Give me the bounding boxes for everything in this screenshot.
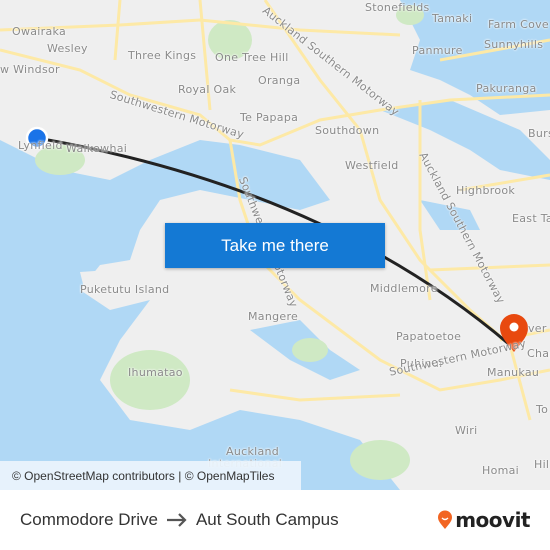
map-label: Middlemore: [370, 282, 438, 295]
map-label: Burs: [528, 127, 550, 140]
park: [350, 440, 410, 480]
map-label: Westfield: [345, 159, 399, 172]
moovit-pin-icon: [438, 510, 453, 529]
map-label: East Ta: [512, 212, 550, 225]
map-label: Puketutu Island: [80, 283, 170, 296]
map-label: One Tree Hill: [215, 51, 289, 64]
park: [110, 350, 190, 410]
footer: Commodore Drive Aut South Campus moovit: [0, 490, 550, 550]
map-label: Manukau: [487, 366, 540, 379]
water-manukau-harbour: [0, 140, 400, 490]
map-label: Oranga: [258, 74, 301, 87]
park: [292, 338, 328, 362]
map-label: Southdown: [315, 124, 380, 137]
route-summary: Commodore Drive Aut South Campus: [20, 510, 339, 530]
map-label: Three Kings: [128, 49, 197, 62]
map-label: Wiri: [455, 424, 478, 437]
map[interactable]: Owairaka Wesley Three Kings One Tree Hil…: [0, 0, 550, 490]
map-label: Mangere: [248, 310, 299, 323]
map-label: Papatoetoe: [396, 330, 462, 343]
map-label: Homai: [482, 464, 520, 477]
map-label: Pakuranga: [476, 82, 537, 95]
origin-name: Commodore Drive: [20, 510, 158, 529]
map-label: Te Papapa: [240, 111, 299, 124]
map-label: Waikowhai: [66, 142, 128, 155]
map-attribution[interactable]: © OpenStreetMap contributors | © OpenMap…: [0, 461, 301, 490]
map-label: Owairaka: [12, 25, 67, 38]
arrow-right-icon: [166, 513, 187, 527]
map-label: To: [536, 403, 549, 416]
map-label: Sunnyhills: [484, 38, 544, 51]
map-label: ver P: [528, 322, 550, 335]
map-label: Highbrook: [456, 184, 516, 197]
map-label: Royal Oak: [178, 83, 237, 96]
map-label: Stonefields: [365, 1, 430, 14]
brand-name: moovit: [455, 508, 530, 532]
map-label: Chap: [527, 347, 550, 360]
map-label: Wesley: [47, 42, 88, 55]
map-label: Tamaki: [432, 12, 473, 25]
take-me-there-button[interactable]: Take me there: [165, 223, 385, 268]
map-label: Ihumatao: [128, 366, 183, 379]
map-label: Hil: [534, 458, 550, 471]
moovit-logo: moovit: [437, 508, 530, 532]
map-label: Panmure: [412, 44, 463, 57]
map-label: Lynfield: [18, 139, 63, 152]
map-label: Farm Cove: [488, 18, 549, 31]
destination-name: Aut South Campus: [195, 510, 339, 529]
map-label: w Windsor: [0, 63, 60, 76]
